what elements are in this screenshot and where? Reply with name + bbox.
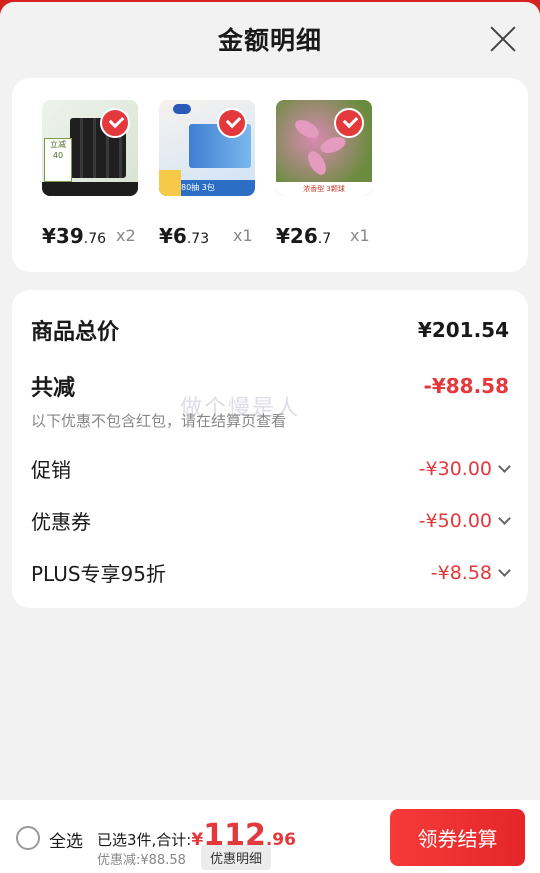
chevron-down-icon[interactable] xyxy=(498,512,511,525)
price-integer: ¥26 xyxy=(276,224,318,248)
chevron-down-icon[interactable] xyxy=(498,564,511,577)
select-all-label[interactable]: 全选 xyxy=(49,827,83,852)
brand-logo-icon xyxy=(173,104,191,114)
product-quantity: x2 xyxy=(116,226,136,245)
product-image-badge xyxy=(159,170,181,196)
product-image-bar xyxy=(42,182,138,196)
product-list: 立减40 ¥39.76 x2 80抽 3包 ¥6.73 x1 浓香型 3颗球 ¥… xyxy=(12,78,528,272)
checkout-bar: 全选 已选3件,合计: ¥ 112 .96 优惠减:¥88.58 优惠明细 领券… xyxy=(0,800,540,873)
close-icon[interactable] xyxy=(488,24,518,54)
price-integer: ¥6 xyxy=(159,224,187,248)
page-title: 金额明细 xyxy=(217,26,322,55)
product-promo-tag: 浓香型 3颗球 xyxy=(276,182,372,196)
sheet-header: 金额明细 xyxy=(0,2,540,76)
product-thumbnail[interactable]: 浓香型 3颗球 xyxy=(276,100,372,196)
price-decimal: .7 xyxy=(317,231,332,247)
product-item[interactable]: 立减40 ¥39.76 x2 xyxy=(42,100,142,248)
price-decimal: .76 xyxy=(83,231,107,247)
discount-label: 促销 xyxy=(31,458,71,482)
discount-row-coupon[interactable]: 优惠券 -¥50.00 xyxy=(31,506,511,535)
discount-row-plus[interactable]: PLUS专享95折 -¥8.58 xyxy=(31,558,511,587)
selected-check-icon[interactable] xyxy=(334,108,364,138)
total-reduce-row: 共减 -¥88.58 xyxy=(31,370,509,402)
price-detail-card: 商品总价 ¥201.54 共减 -¥88.58 以下优惠不包含红包，请在结算页查… xyxy=(12,290,528,608)
product-item[interactable]: 浓香型 3颗球 ¥26.7 x1 xyxy=(276,100,376,248)
total-price-row: 商品总价 ¥201.54 xyxy=(31,314,509,346)
checkout-button[interactable]: 领券结算 xyxy=(390,809,525,866)
product-price: ¥39.76 xyxy=(42,224,106,248)
discount-amount: -¥30.00 xyxy=(418,457,492,480)
selected-count-text: 已选3件,合计: xyxy=(97,831,192,849)
discount-detail-button[interactable]: 优惠明细 xyxy=(201,845,272,870)
discount-label: PLUS专享95折 xyxy=(31,562,166,586)
select-all-radio[interactable] xyxy=(16,826,40,850)
total-price-label: 商品总价 xyxy=(31,319,120,345)
chevron-down-icon[interactable] xyxy=(498,460,511,473)
total-reduce-amount: -¥88.58 xyxy=(423,374,509,398)
discount-label: 优惠券 xyxy=(31,510,91,534)
flower-petal xyxy=(318,133,348,157)
product-item[interactable]: 80抽 3包 ¥6.73 x1 xyxy=(159,100,259,248)
product-thumbnail[interactable]: 80抽 3包 xyxy=(159,100,255,196)
selected-check-icon[interactable] xyxy=(217,108,247,138)
total-reduce-label: 共减 xyxy=(31,375,76,401)
product-price: ¥26.7 xyxy=(276,224,331,248)
amount-detail-sheet: 金额明细 立减40 ¥39.76 x2 80抽 3包 ¥6.73 x1 浓香型 … xyxy=(0,2,540,873)
discount-amount: -¥50.00 xyxy=(418,509,492,532)
discount-amount: -¥8.58 xyxy=(430,561,492,584)
flower-petal xyxy=(292,116,322,142)
total-price-amount: ¥201.54 xyxy=(417,318,509,342)
product-promo-tag: 立减40 xyxy=(44,138,72,182)
product-quantity: x1 xyxy=(350,226,370,245)
discount-note: 以下优惠不包含红包，请在结算页查看 xyxy=(31,412,287,430)
price-integer: ¥39 xyxy=(42,224,84,248)
product-quantity: x1 xyxy=(233,226,253,245)
price-decimal: .73 xyxy=(186,231,210,247)
product-price: ¥6.73 xyxy=(159,224,209,248)
discount-row-promotion[interactable]: 促销 -¥30.00 xyxy=(31,454,511,483)
selected-check-icon[interactable] xyxy=(100,108,130,138)
product-thumbnail[interactable]: 立减40 xyxy=(42,100,138,196)
discount-summary: 优惠减:¥88.58 xyxy=(97,853,186,868)
